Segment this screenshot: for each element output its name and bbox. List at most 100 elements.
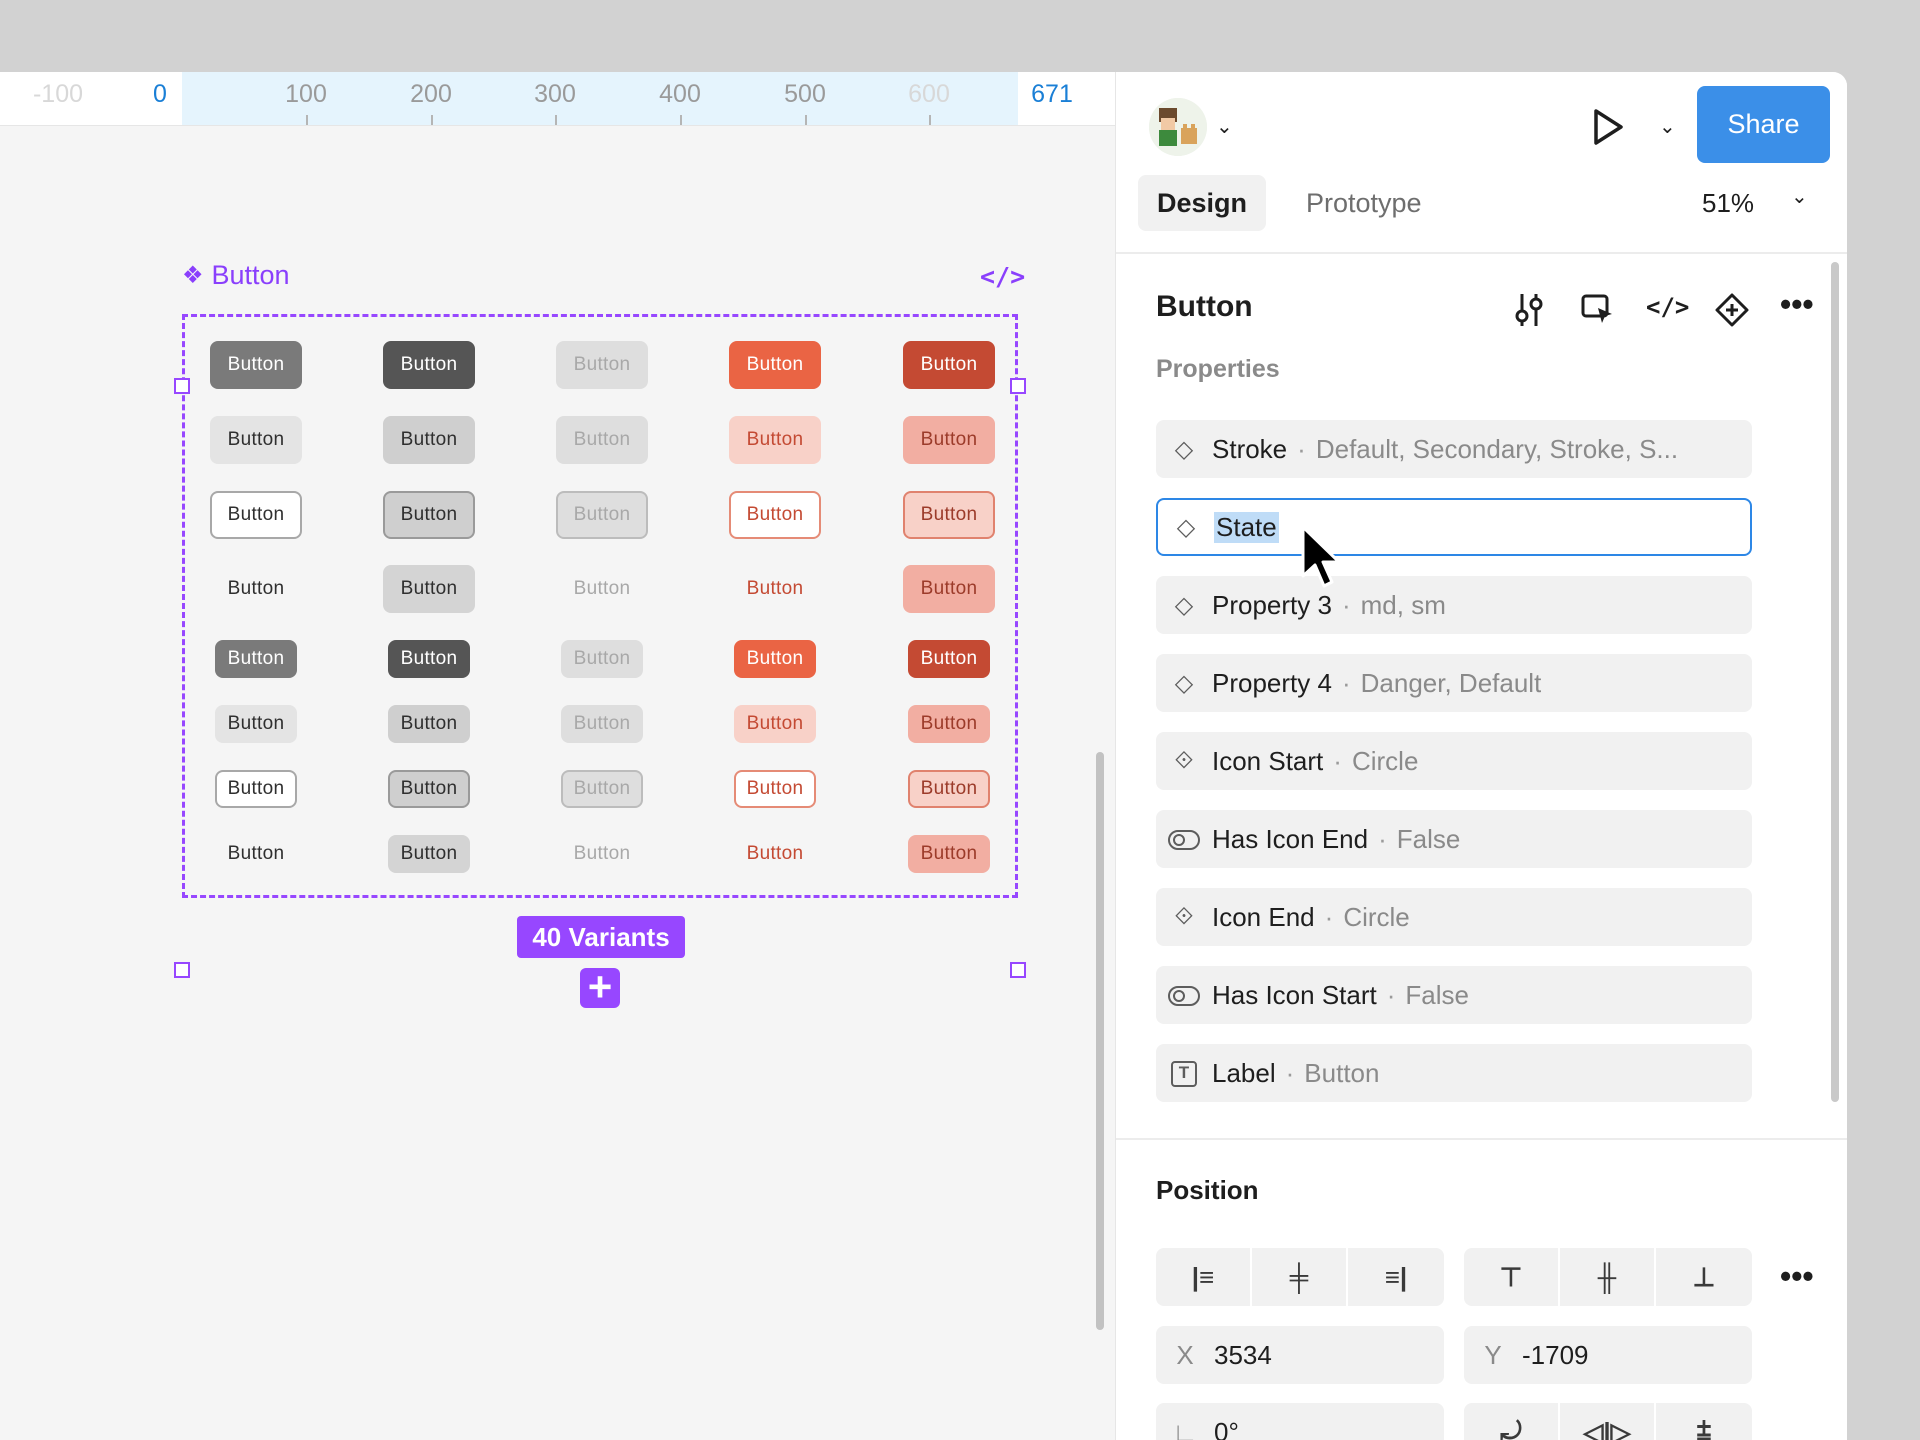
button-variant[interactable]: Button (388, 640, 470, 678)
y-value[interactable]: -1709 (1522, 1340, 1589, 1371)
more-options-icon[interactable]: ••• (1780, 1258, 1814, 1295)
chevron-down-icon[interactable]: ⌄ (1659, 114, 1676, 139)
button-variant[interactable]: Button (908, 770, 990, 808)
ruler-tick-label: 500 (784, 80, 826, 108)
rotation-field[interactable]: ∟ 0° (1156, 1403, 1444, 1440)
ruler-tick-label: 400 (659, 80, 701, 108)
button-variant[interactable]: Button (388, 835, 470, 873)
tab-prototype[interactable]: Prototype (1306, 175, 1422, 231)
button-variant[interactable]: Button (383, 416, 475, 464)
button-variant[interactable]: Button (215, 770, 297, 808)
property-row-label[interactable]: T Label · Button (1156, 1044, 1752, 1102)
rotate-icon[interactable]: ⤾ (1464, 1403, 1560, 1440)
ruler-tick-mark (805, 115, 807, 125)
align-bottom-icon[interactable]: ⊥ (1656, 1248, 1752, 1306)
property-row-stroke[interactable]: ◇ Stroke · Default, Secondary, Stroke, S… (1156, 420, 1752, 478)
button-variant[interactable]: Button (215, 640, 297, 678)
flip-vertical-icon[interactable]: ⩲ (1656, 1403, 1752, 1440)
button-variant[interactable]: Button (556, 416, 648, 464)
ruler-tick-label: -100 (32, 80, 84, 108)
button-variant[interactable]: Button (729, 491, 821, 539)
resize-handle-bottom-right[interactable] (1010, 962, 1026, 978)
button-variant[interactable]: Button (388, 770, 470, 808)
x-label: X (1176, 1339, 1194, 1370)
button-variant[interactable]: Button (908, 640, 990, 678)
button-variant[interactable]: Button (729, 416, 821, 464)
property-values: Button (1304, 1057, 1380, 1088)
component-set-title[interactable]: ❖ Button (182, 260, 290, 291)
x-position-field[interactable]: X 3534 (1156, 1326, 1444, 1384)
button-variant[interactable]: Button (734, 640, 816, 678)
button-variant[interactable]: Button (903, 491, 995, 539)
button-variant[interactable]: Button (734, 770, 816, 808)
code-icon[interactable]: </> (1646, 293, 1689, 321)
property-row-state-editing[interactable]: ◇ State (1156, 498, 1752, 556)
panel-scrollbar[interactable] (1831, 262, 1839, 1102)
button-variant[interactable]: Button (215, 705, 297, 743)
button-variant[interactable]: Button (903, 341, 995, 389)
button-variant[interactable]: Button (908, 705, 990, 743)
tab-design[interactable]: Design (1138, 175, 1266, 231)
align-right-icon[interactable]: ≡| (1348, 1248, 1444, 1306)
button-variant[interactable]: Button (210, 491, 302, 539)
ruler-tick-label: 0 (153, 80, 167, 108)
button-variant[interactable]: Button (729, 565, 821, 613)
property-row-has-icon-end[interactable]: Has Icon End · False (1156, 810, 1752, 868)
button-variant[interactable]: Button (908, 835, 990, 873)
button-variant[interactable]: Button (903, 416, 995, 464)
component-set-name: Button (211, 260, 290, 290)
property-row-property-3[interactable]: ◇ Property 3 · md, sm (1156, 576, 1752, 634)
add-variant-button[interactable]: + (580, 966, 620, 1008)
resize-handle-top-left[interactable] (174, 378, 190, 394)
adjust-sliders-icon[interactable] (1512, 292, 1546, 328)
flip-horizontal-icon[interactable]: ◁|▷ (1560, 1403, 1656, 1440)
zoom-level[interactable]: 51% (1702, 175, 1754, 231)
button-variant[interactable]: Button (556, 565, 648, 613)
property-row-has-icon-start[interactable]: Has Icon Start · False (1156, 966, 1752, 1024)
share-button[interactable]: Share (1697, 86, 1830, 163)
button-variant[interactable]: Button (210, 416, 302, 464)
button-variant[interactable]: Button (383, 491, 475, 539)
button-variant[interactable]: Button (734, 705, 816, 743)
button-variant[interactable]: Button (561, 705, 643, 743)
align-top-icon[interactable]: ⊤ (1464, 1248, 1560, 1306)
more-options-icon[interactable]: ••• (1780, 286, 1814, 323)
chevron-down-icon[interactable]: ⌄ (1216, 114, 1233, 139)
property-values: False (1396, 823, 1461, 854)
button-variant[interactable]: Button (215, 835, 297, 873)
button-variant[interactable]: Button (729, 341, 821, 389)
property-row-icon-start[interactable]: ⟐ Icon Start · Circle (1156, 732, 1752, 790)
button-variant[interactable]: Button (734, 835, 816, 873)
x-value[interactable]: 3534 (1214, 1340, 1272, 1371)
component-set-icon: ❖ (182, 262, 204, 289)
button-variant[interactable]: Button (561, 835, 643, 873)
component-set-frame[interactable]: Button Button Button Button Button Button Butt… (182, 314, 1018, 898)
component-diamond-icon[interactable] (1714, 292, 1750, 328)
button-variant[interactable]: Button (561, 640, 643, 678)
canvas-vertical-scrollbar[interactable] (1096, 752, 1104, 1330)
property-row-property-4[interactable]: ◇ Property 4 · Danger, Default (1156, 654, 1752, 712)
y-position-field[interactable]: Y -1709 (1464, 1326, 1752, 1384)
code-icon[interactable]: </> (980, 262, 1025, 291)
resize-handle-bottom-left[interactable] (174, 962, 190, 978)
align-vertical-center-icon[interactable]: ╫ (1560, 1248, 1656, 1306)
button-variant[interactable]: Button (388, 705, 470, 743)
chevron-down-icon[interactable]: ⌄ (1791, 184, 1808, 209)
button-variant[interactable]: Button (903, 565, 995, 613)
rotation-value[interactable]: 0° (1214, 1417, 1239, 1440)
resize-handle-top-right[interactable] (1010, 378, 1026, 394)
button-variant[interactable]: Button (556, 341, 648, 389)
align-horizontal-center-icon[interactable]: ╪ (1252, 1248, 1348, 1306)
button-variant[interactable]: Button (383, 341, 475, 389)
present-play-icon[interactable] (1591, 108, 1625, 146)
align-left-icon[interactable]: |≡ (1156, 1248, 1252, 1306)
property-row-icon-end[interactable]: ⟐ Icon End · Circle (1156, 888, 1752, 946)
button-variant[interactable]: Button (210, 341, 302, 389)
property-name-input[interactable]: State (1214, 511, 1279, 543)
avatar[interactable] (1149, 98, 1207, 156)
button-variant[interactable]: Button (561, 770, 643, 808)
playground-icon[interactable] (1580, 292, 1616, 328)
button-variant[interactable]: Button (210, 565, 302, 613)
button-variant[interactable]: Button (383, 565, 475, 613)
button-variant[interactable]: Button (556, 491, 648, 539)
